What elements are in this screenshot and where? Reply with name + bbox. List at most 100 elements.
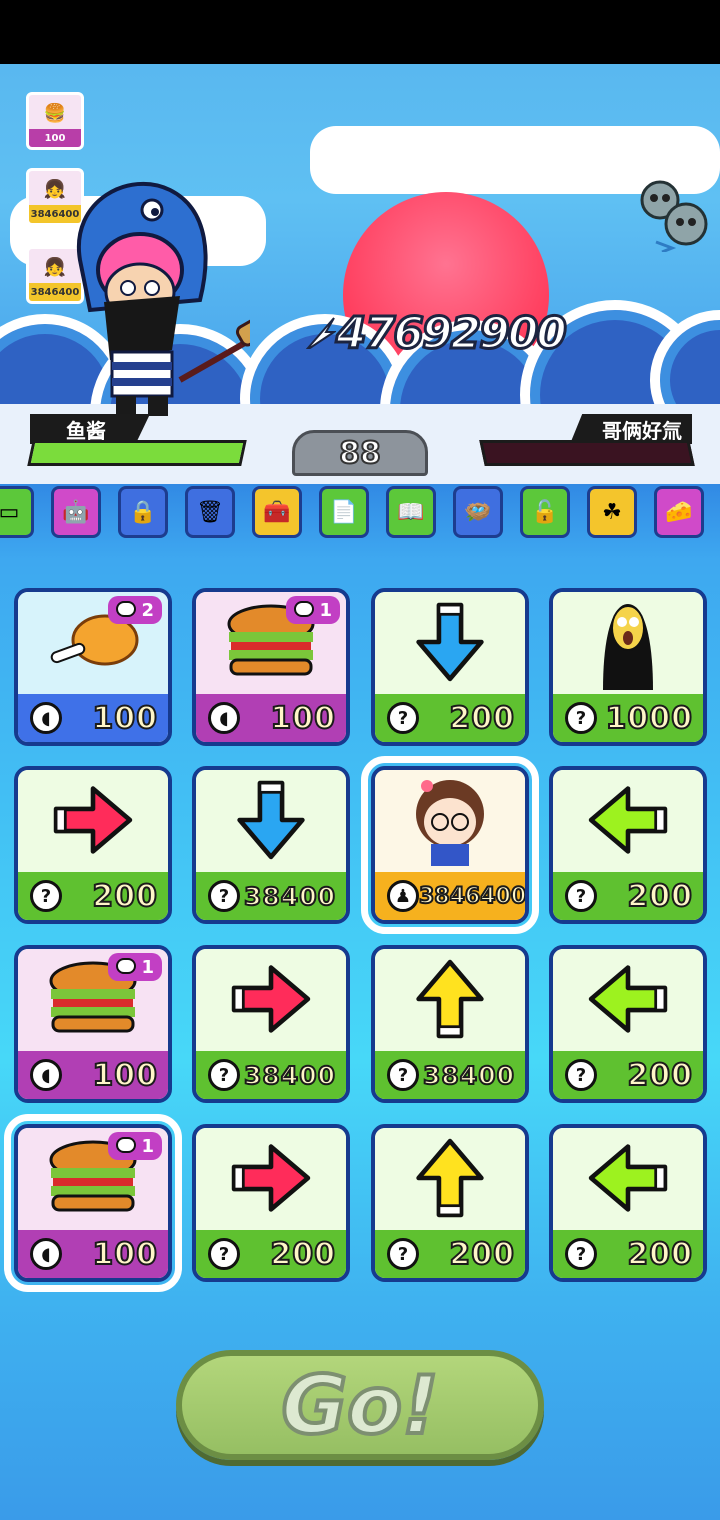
question-icon: ? <box>387 702 419 734</box>
tray-item[interactable]: 🧀 <box>654 486 704 538</box>
lock-icon: 🔓 <box>531 499 559 525</box>
badge-count: 1 <box>141 1135 154 1157</box>
item-card[interactable]: ? 38400 <box>192 766 350 924</box>
card-face <box>375 1128 525 1232</box>
price-value: 200 <box>626 878 693 915</box>
arrow-left-icon <box>580 1130 676 1230</box>
tray-item[interactable]: 🪺 <box>453 486 503 538</box>
pill-icon <box>116 601 136 617</box>
arrow-down-icon <box>402 594 498 694</box>
card-price: ♟ 3846400 <box>375 872 525 920</box>
card-price: ? 200 <box>18 872 168 920</box>
question-icon: ? <box>387 1059 419 1091</box>
card-face <box>553 770 703 874</box>
price-value: 100 <box>91 1236 158 1273</box>
item-card[interactable]: ? 38400 <box>192 945 350 1103</box>
tray-item[interactable]: 📄 <box>319 486 369 538</box>
clover-icon: ☘ <box>602 499 622 525</box>
tray-item[interactable]: ☘ <box>587 486 637 538</box>
arrow-up-icon <box>402 1130 498 1230</box>
price-value: 200 <box>91 878 158 915</box>
arrow-right-icon <box>223 1130 319 1230</box>
arrow-down-icon <box>223 772 319 872</box>
card-price: ? 200 <box>196 1230 346 1278</box>
enemy-character <box>640 180 708 252</box>
go-button-label: Go! <box>279 1357 440 1454</box>
card-price: ? 38400 <box>375 1051 525 1099</box>
item-card[interactable]: ? 200 <box>14 766 172 924</box>
go-button[interactable]: Go! <box>176 1350 544 1460</box>
tray-item[interactable]: ▭ <box>0 486 34 538</box>
item-card[interactable]: ? 200 <box>371 588 529 746</box>
card-price: ◖ 100 <box>18 694 168 742</box>
arrow-right-icon <box>223 951 319 1051</box>
card-face <box>196 949 346 1053</box>
question-icon: ? <box>208 1059 240 1091</box>
card-face <box>196 1128 346 1232</box>
price-value: 200 <box>448 700 515 737</box>
device-icon: ▭ <box>0 499 20 525</box>
treasure-box-icon: 🧰 <box>263 499 291 525</box>
price-value: 38400 <box>422 1060 515 1091</box>
card-price: ? 38400 <box>196 1051 346 1099</box>
side-item-burger[interactable]: 🍔 100 <box>26 92 84 150</box>
card-face <box>375 949 525 1053</box>
question-icon: ? <box>565 1059 597 1091</box>
player-character <box>76 181 250 416</box>
item-card[interactable]: ♟ 3846400 <box>361 756 539 934</box>
price-value: 3846400 <box>418 883 527 910</box>
score-counter: 47692900 <box>335 306 569 360</box>
card-price: ◖ 100 <box>18 1230 168 1278</box>
card-price: ? 38400 <box>196 872 346 920</box>
item-card[interactable]: ? 38400 <box>371 945 529 1103</box>
card-face <box>553 949 703 1053</box>
question-icon: ? <box>387 1238 419 1270</box>
card-face <box>196 770 346 874</box>
card-face <box>375 592 525 696</box>
item-card[interactable]: ? 200 <box>371 1124 529 1282</box>
item-card[interactable]: 1 ◖ 100 <box>4 1114 182 1292</box>
card-face <box>553 592 703 696</box>
arrows-icon <box>306 317 336 349</box>
tray-item[interactable]: 🤖 <box>51 486 101 538</box>
card-price: ? 200 <box>375 1230 525 1278</box>
tray-item[interactable]: 📖 <box>386 486 436 538</box>
nest-icon: 🪺 <box>464 499 492 525</box>
item-card[interactable]: 1 ◖ 100 <box>14 945 172 1103</box>
question-icon: ? <box>30 880 62 912</box>
bread-icon: ◖ <box>30 1238 62 1270</box>
arrow-left-icon <box>580 951 676 1051</box>
card-price: ? 200 <box>375 694 525 742</box>
card-face <box>375 770 525 874</box>
item-card[interactable]: ? 200 <box>192 1124 350 1282</box>
health-fill <box>482 443 488 463</box>
bread-icon: ◖ <box>30 1059 62 1091</box>
card-price: ? 200 <box>553 1051 703 1099</box>
stack-badge: 1 <box>108 1132 162 1160</box>
document-icon: 📄 <box>330 499 358 525</box>
arrow-left-icon <box>580 772 676 872</box>
item-card[interactable]: ? 200 <box>549 945 707 1103</box>
arrow-up-icon <box>402 951 498 1051</box>
item-card[interactable]: 1 ◖ 100 <box>192 588 350 746</box>
question-icon: ? <box>208 1238 240 1270</box>
trash-can-icon: 🗑 <box>196 499 224 525</box>
item-card[interactable]: ? 200 <box>549 766 707 924</box>
item-card[interactable]: ? 1000 <box>549 588 707 746</box>
pill-icon <box>116 1137 136 1153</box>
status-bar <box>0 0 720 64</box>
question-icon: ? <box>565 702 597 734</box>
card-price: ? 200 <box>553 872 703 920</box>
stack-badge: 1 <box>286 596 340 624</box>
tray-item[interactable]: 🔓 <box>520 486 570 538</box>
card-price: ◖ 100 <box>196 694 346 742</box>
price-value: 200 <box>626 1236 693 1273</box>
tray-item[interactable]: 🔒 <box>118 486 168 538</box>
tray-item[interactable]: 🧰 <box>252 486 302 538</box>
health-fill <box>30 443 244 463</box>
card-price: ? 200 <box>553 1230 703 1278</box>
arrow-right-icon <box>45 772 141 872</box>
item-card[interactable]: 2 ◖ 100 <box>14 588 172 746</box>
item-card[interactable]: ? 200 <box>549 1124 707 1282</box>
tray-item[interactable]: 🗑 <box>185 486 235 538</box>
